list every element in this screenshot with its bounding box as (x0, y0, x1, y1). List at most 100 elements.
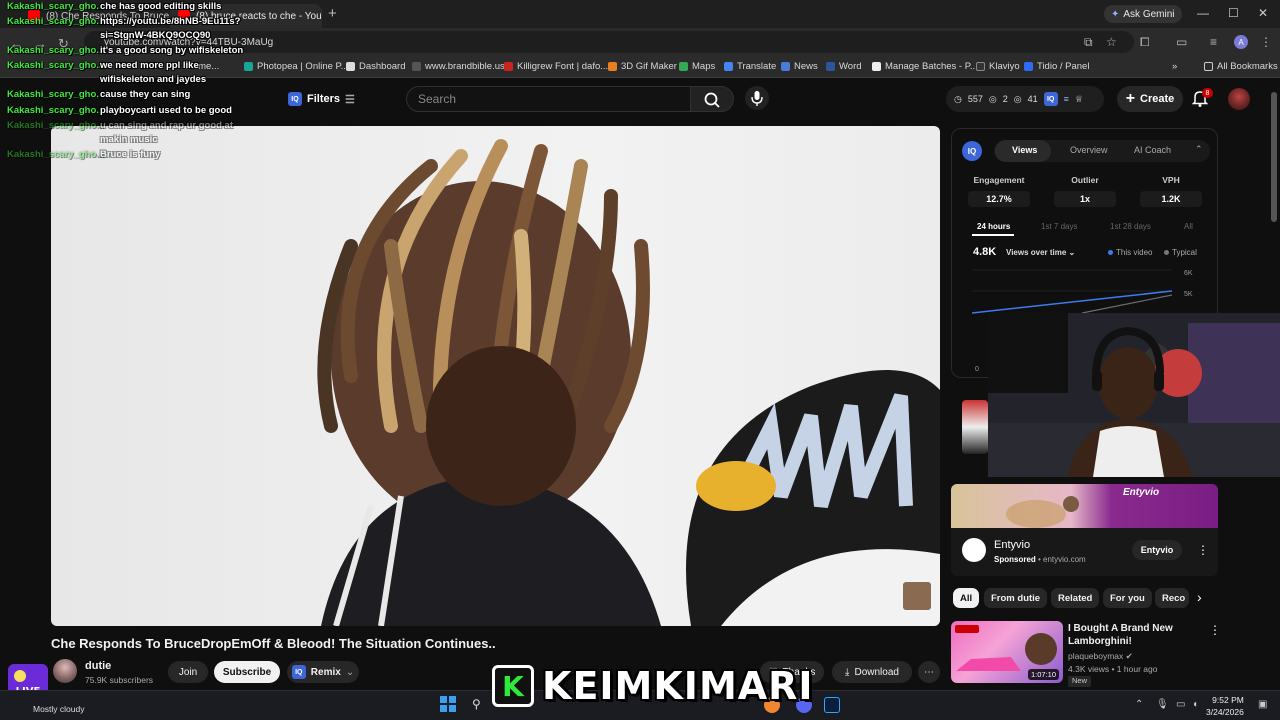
y-tick-6k: 6K (1184, 270, 1193, 277)
bookmark-star-icon[interactable]: ☆ (1106, 35, 1117, 49)
chip-from-dutie[interactable]: From dutie (984, 588, 1048, 608)
recommended-channel[interactable]: plaqueboymax ✔ (1068, 651, 1133, 662)
reading-list-icon[interactable]: ≡ (1210, 35, 1217, 49)
ask-gemini-label: Ask Gemini (1123, 8, 1175, 20)
range-24-hours[interactable]: 24 hours (977, 222, 1010, 231)
stat-a: 557 (967, 94, 983, 104)
chip-recommended[interactable]: Reco (1155, 588, 1189, 608)
minimize-icon[interactable]: — (1197, 6, 1209, 20)
eye-icon: ◎ (988, 93, 997, 104)
bookmark-manage-batches[interactable]: Manage Batches - P... (872, 61, 978, 72)
tab-overview[interactable]: Overview (1070, 145, 1108, 155)
new-tab-button[interactable]: + (328, 5, 337, 22)
photoshop-icon[interactable] (824, 697, 840, 713)
search-input[interactable]: Search (418, 92, 456, 106)
all-bookmarks-folder[interactable]: All Bookmarks (1204, 61, 1278, 72)
chip-for-you[interactable]: For you (1103, 588, 1152, 608)
remix-button[interactable]: IQ Remix ⌄ (287, 661, 359, 683)
bookmark-3dgif[interactable]: 3D Gif Maker (608, 61, 677, 72)
maximize-icon[interactable]: ☐ (1228, 6, 1239, 20)
filters-button[interactable]: IQ Filters ☰ (288, 90, 355, 108)
system-clock[interactable]: 9:52 PM 3/24/2026 (1206, 694, 1244, 718)
vidiq-stats-pill[interactable]: ◷ 557 ◎ 2 ◎ 41 IQ ≡ ♕ (946, 86, 1104, 112)
views-over-time-dropdown[interactable]: Views over time ⌄ (1006, 248, 1075, 257)
volume-icon[interactable]: ◖ (1192, 699, 1198, 710)
ask-gemini-button[interactable]: ✦ Ask Gemini (1104, 5, 1182, 23)
bookmark-klaviyo[interactable]: Klaviyo (976, 61, 1020, 72)
bookmark-photopea[interactable]: Photopea | Online P... (244, 61, 349, 72)
photopea-icon (244, 62, 253, 71)
bookmark-tidio[interactable]: Tidio / Panel (1024, 61, 1089, 72)
tab-ai-coach[interactable]: AI Coach (1134, 145, 1171, 155)
microphone-icon (751, 91, 763, 106)
chat-message: https://youtu.be/8hNB-9Eu11s? (100, 16, 241, 27)
more-actions-button[interactable]: ⋯ (918, 661, 940, 683)
tray-overflow-icon[interactable]: ⌃ (1135, 699, 1143, 710)
panel-video-thumbnail[interactable] (962, 400, 988, 454)
voice-search-button[interactable] (745, 86, 769, 110)
search-button[interactable] (690, 86, 734, 112)
video-player[interactable] (51, 126, 940, 626)
tab-views[interactable]: Views (1012, 145, 1037, 155)
streamer-logo-k: K (492, 665, 534, 707)
filters-label: Filters (307, 93, 341, 105)
bookmark-label: Tidio / Panel (1037, 61, 1090, 72)
windows-start-icon[interactable] (440, 696, 456, 712)
bookmark-label: Killigrew Font | dafo... (517, 61, 609, 72)
trophy-icon: ♕ (1074, 93, 1083, 104)
microphone-tray-icon[interactable]: 🎙︎ (1156, 699, 1169, 710)
ad-more-icon[interactable]: ⋮ (1197, 543, 1209, 557)
range-all[interactable]: All (1184, 222, 1193, 231)
join-button[interactable]: Join (168, 661, 208, 683)
channel-name[interactable]: dutie (85, 660, 111, 672)
recommended-video-title[interactable]: I Bought A Brand New Lamborghini! (1068, 622, 1188, 648)
recommended-more-icon[interactable]: ⋮ (1209, 623, 1221, 637)
bookmark-killigrew[interactable]: Killigrew Font | dafo... (504, 61, 608, 72)
ad-cta-button[interactable]: Entyvio (1132, 540, 1182, 560)
clock-time: 9:52 PM (1212, 695, 1244, 705)
new-badge: New (1068, 676, 1092, 687)
chip-related[interactable]: Related (1051, 588, 1100, 608)
weather-widget[interactable]: Mostly cloudy (33, 704, 85, 714)
bookmark-dashboard[interactable]: Dashboard (346, 61, 405, 72)
profile-avatar[interactable]: A (1234, 35, 1248, 49)
bookmark-maps[interactable]: Maps (679, 61, 715, 72)
search-icon (704, 92, 720, 108)
channel-avatar[interactable] (53, 659, 77, 683)
browser-menu-icon[interactable]: ⋮ (1260, 35, 1272, 49)
notification-count-badge: 8 (1202, 88, 1213, 98)
chip-all[interactable]: All (953, 588, 980, 608)
bookmark-label: All Bookmarks (1217, 61, 1278, 72)
create-button[interactable]: + Create (1117, 86, 1183, 112)
range-first-28-days[interactable]: 1st 28 days (1110, 222, 1151, 231)
bookmark-word[interactable]: Word (826, 61, 862, 72)
ad-banner-image[interactable]: Entyvio (951, 484, 1218, 528)
side-panel-icon[interactable]: ▭ (1176, 35, 1187, 49)
ad-title[interactable]: Entyvio (994, 539, 1030, 551)
page-scrollbar[interactable] (1271, 92, 1277, 222)
taskbar-search-icon[interactable]: ⚲ (472, 697, 481, 711)
notification-center-icon[interactable]: ▣ (1258, 699, 1267, 710)
account-avatar[interactable] (1228, 88, 1250, 110)
download-label: Download (854, 666, 899, 678)
bookmark-news[interactable]: News (781, 61, 818, 72)
close-window-icon[interactable]: ✕ (1258, 6, 1268, 20)
download-button[interactable]: ⤓ Download (832, 661, 912, 683)
bookmarks-overflow-icon[interactable]: » (1172, 61, 1177, 72)
chat-message: Bruce is funy (100, 149, 161, 160)
chevron-right-icon[interactable]: › (1197, 589, 1202, 605)
install-app-icon[interactable]: ⧉ (1084, 35, 1093, 50)
bookmark-brandbible[interactable]: www.brandbible.us (412, 61, 505, 72)
bookmark-label: Dashboard (359, 61, 406, 72)
clock-icon: ◷ (954, 93, 962, 104)
tidio-icon (1024, 62, 1033, 71)
collapse-chevron-icon[interactable]: ⌃ (1195, 144, 1203, 155)
range-first-7-days[interactable]: 1st 7 days (1041, 222, 1077, 231)
subscribe-button[interactable]: Subscribe (214, 661, 280, 683)
chat-message: u can sing and rap ur good at (100, 120, 234, 131)
network-icon[interactable]: ▭ (1176, 699, 1185, 710)
gemini-sparkle-icon: ✦ (1111, 8, 1120, 20)
sliders-icon: ☰ (345, 93, 355, 106)
extensions-puzzle-icon[interactable]: ⧠ (1140, 35, 1150, 50)
bookmark-translate[interactable]: Translate (724, 61, 776, 72)
